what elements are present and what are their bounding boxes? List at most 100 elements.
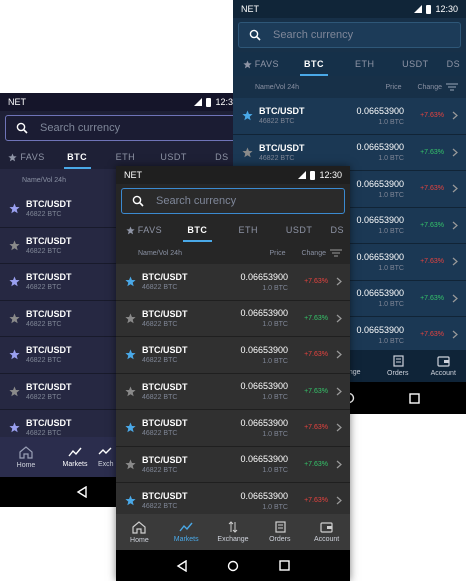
tab-eth[interactable]: ETH: [339, 52, 390, 76]
star-icon[interactable]: [122, 422, 138, 433]
tab-btc[interactable]: BTC: [53, 145, 101, 169]
clock: 12:30: [319, 170, 342, 180]
pair-symbol: BTC/USDT: [142, 418, 188, 429]
nav-home[interactable]: Home: [116, 520, 163, 544]
star-icon[interactable]: [6, 240, 22, 251]
tab-usdt[interactable]: USDT: [390, 52, 441, 76]
star-icon: [126, 225, 135, 234]
pair-symbol: BTC/USDT: [142, 381, 188, 392]
search-icon: [132, 195, 144, 207]
nav-account[interactable]: Account: [421, 355, 466, 377]
price-block: 0.06653900 1.0 BTC: [330, 106, 404, 126]
pair-symbol: BTC/USDT: [142, 454, 188, 465]
recents-square-icon[interactable]: [409, 392, 420, 404]
market-row[interactable]: BTC/USDT 46822 BTC 0.06653900 1.0 BTC +7…: [116, 264, 350, 301]
column-price: Price: [385, 83, 402, 91]
chevron-right-icon: [450, 294, 460, 303]
tab-eth[interactable]: ETH: [223, 218, 274, 242]
star-icon[interactable]: [6, 203, 22, 214]
star-icon[interactable]: [239, 110, 255, 121]
tab-favs[interactable]: FAVS: [0, 145, 53, 169]
market-tabs: FAVS BTC ETH USDT DS: [233, 52, 466, 76]
back-triangle-icon[interactable]: [76, 486, 88, 498]
tab-ds[interactable]: DS: [325, 218, 350, 242]
search-bar[interactable]: [121, 188, 345, 214]
amount: 1.0 BTC: [378, 155, 404, 163]
home-icon: [19, 445, 33, 459]
status-bar: NET 12:30: [233, 0, 466, 18]
carrier-label: NET: [8, 97, 26, 107]
market-row[interactable]: BTC/USDT 46822 BTC 0.06653900 1.0 BTC +7…: [116, 337, 350, 374]
column-name: Name/Vol 24h: [138, 249, 182, 257]
market-row[interactable]: BTC/USDT 46822 BTC 0.06653900 1.0 BTC +7…: [233, 98, 466, 135]
pair-volume: 46822 BTC: [259, 154, 295, 162]
star-icon[interactable]: [122, 386, 138, 397]
home-circle-icon[interactable]: [227, 560, 239, 572]
bottom-nav: Home Markets Exchange Orders Account: [116, 514, 350, 550]
pair-symbol: BTC/USDT: [142, 491, 188, 502]
battery-icon: [310, 170, 316, 180]
star-icon[interactable]: [122, 276, 138, 287]
nav-orders[interactable]: Orders: [256, 521, 303, 543]
pair-info: BTC/USDT 46822 BTC: [142, 455, 214, 474]
star-icon[interactable]: [239, 147, 255, 158]
nav-orders[interactable]: Orders: [375, 355, 421, 377]
signal-icon: [298, 171, 307, 179]
star-icon[interactable]: [122, 459, 138, 470]
chevron-right-icon: [450, 330, 460, 339]
search-bar[interactable]: [5, 115, 241, 141]
nav-account[interactable]: Account: [303, 521, 350, 543]
star-icon[interactable]: [6, 422, 22, 433]
column-price: Price: [269, 249, 286, 257]
change-percent: +7.63%: [304, 314, 328, 322]
search-input[interactable]: [273, 29, 450, 41]
last-price: 0.06653900: [240, 344, 288, 355]
column-header: Name/Vol 24h Price Change: [233, 76, 466, 98]
market-row[interactable]: BTC/USDT 46822 BTC 0.06653900 1.0 BTC +7…: [116, 373, 350, 410]
search-input[interactable]: [156, 195, 334, 207]
nav-exchange[interactable]: Exchange: [210, 521, 257, 543]
nav-home[interactable]: Home: [0, 445, 52, 469]
market-row[interactable]: BTC/USDT 46822 BTC 0.06653900 1.0 BTC +7…: [116, 410, 350, 447]
nav-markets[interactable]: Markets: [163, 521, 210, 543]
tab-favs[interactable]: FAVS: [116, 218, 172, 242]
nav-account-label: Account: [430, 370, 456, 377]
back-triangle-icon[interactable]: [176, 559, 188, 572]
pair-symbol: BTC/USDT: [142, 308, 188, 319]
tab-ds[interactable]: DS: [441, 52, 466, 76]
price-block: 0.06653900 1.0 BTC: [214, 381, 288, 401]
amount: 1.0 BTC: [262, 467, 288, 475]
tab-favs[interactable]: FAVS: [233, 52, 289, 76]
market-row[interactable]: BTC/USDT 46822 BTC 0.06653900 1.0 BTC +7…: [116, 300, 350, 337]
search-input[interactable]: [40, 122, 230, 134]
nav-markets[interactable]: Markets: [52, 446, 98, 468]
chevron-right-icon: [334, 496, 344, 505]
phone-screen-dark: NET 12:30 FAVS BTC ETH USDT DS Name/Vol …: [116, 166, 350, 581]
change-percent: +7.63%: [304, 460, 328, 468]
star-icon[interactable]: [6, 313, 22, 324]
tab-btc[interactable]: BTC: [289, 52, 340, 76]
orders-icon: [275, 521, 286, 533]
star-icon[interactable]: [6, 349, 22, 360]
star-icon[interactable]: [122, 349, 138, 360]
tab-usdt[interactable]: USDT: [274, 218, 325, 242]
recents-square-icon[interactable]: [279, 560, 290, 571]
change-percent: +7.63%: [420, 331, 444, 339]
price-block: 0.06653900 1.0 BTC: [214, 418, 288, 438]
last-price: 0.06653900: [240, 308, 288, 319]
star-icon[interactable]: [122, 495, 138, 506]
star-icon[interactable]: [122, 313, 138, 324]
sort-icon[interactable]: [330, 249, 342, 257]
market-row[interactable]: BTC/USDT 46822 BTC 0.06653900 1.0 BTC +7…: [116, 446, 350, 483]
star-icon[interactable]: [6, 276, 22, 287]
pair-symbol: BTC/USDT: [259, 106, 305, 117]
star-icon[interactable]: [6, 386, 22, 397]
tab-btc[interactable]: BTC: [172, 218, 223, 242]
price-block: 0.06653900 1.0 BTC: [214, 345, 288, 365]
pair-volume: 46822 BTC: [259, 118, 295, 126]
status-bar: NET 12:30: [0, 93, 246, 111]
home-icon: [132, 520, 146, 534]
search-bar[interactable]: [238, 22, 461, 48]
amount: 1.0 BTC: [262, 394, 288, 402]
sort-icon[interactable]: [446, 83, 458, 91]
